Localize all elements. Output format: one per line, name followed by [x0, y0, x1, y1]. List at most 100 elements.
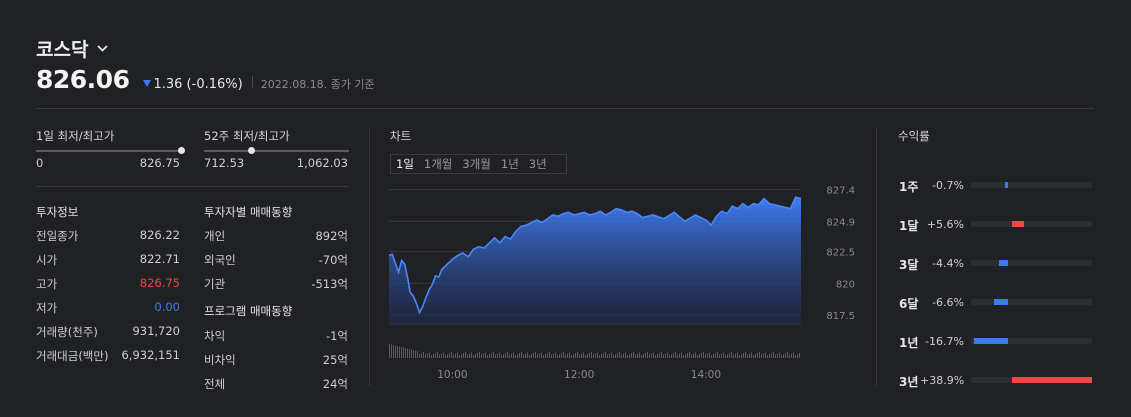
volume-bar	[539, 353, 540, 358]
volume-bars	[389, 344, 800, 358]
volume-bar	[625, 352, 626, 358]
week52-low: 712.53	[204, 156, 245, 170]
return-bar	[994, 299, 1008, 305]
daily-range-marker	[177, 147, 185, 154]
volume-bar	[729, 353, 730, 358]
volume-bar	[765, 352, 766, 358]
volume-bar	[463, 353, 464, 358]
invest-row-value-low: 0.00	[154, 300, 180, 314]
volume-bar	[693, 353, 694, 358]
volume-bar	[733, 354, 734, 358]
return-value: -0.7%	[932, 179, 964, 192]
volume-bar	[475, 354, 476, 358]
volume-bar	[549, 352, 550, 358]
volume-bar	[723, 352, 724, 358]
volume-bar	[583, 352, 584, 358]
volume-bar	[617, 353, 618, 358]
volume-bar	[763, 353, 764, 358]
invest-row-value: 822.71	[139, 252, 180, 266]
volume-bar	[791, 353, 792, 358]
volume-bar	[591, 352, 592, 358]
return-bar	[973, 338, 1008, 344]
volume-bar	[641, 355, 642, 358]
volume-bar	[705, 354, 706, 358]
return-track	[971, 260, 1092, 266]
volume-bar	[647, 352, 648, 358]
tab-1d[interactable]: 1일	[396, 156, 414, 172]
volume-bar	[509, 354, 510, 358]
volume-bar	[505, 353, 506, 358]
tab-3y[interactable]: 3년	[529, 156, 547, 172]
y-tick-label: 824.9	[826, 217, 855, 228]
volume-bar	[753, 355, 754, 358]
volume-bar	[621, 354, 622, 358]
volume-bar	[473, 355, 474, 358]
volume-bar	[561, 353, 562, 358]
tab-1m[interactable]: 1개월	[424, 156, 452, 172]
volume-bar	[581, 353, 582, 358]
volume-bar	[749, 353, 750, 358]
volume-bar	[469, 353, 470, 358]
week52-range-marker	[248, 147, 256, 154]
x-tick-label: 12:00	[564, 369, 594, 381]
volume-bar	[587, 354, 588, 358]
volume-bar	[563, 352, 564, 358]
volume-bar	[487, 355, 488, 358]
volume-bar	[517, 354, 518, 358]
volume-bar	[663, 354, 664, 358]
volume-bar	[457, 352, 458, 358]
invest-row-label: 시가	[36, 253, 58, 267]
return-track	[971, 182, 1092, 188]
volume-bar	[687, 353, 688, 358]
range-divider	[36, 186, 349, 187]
volume-bar	[429, 352, 430, 358]
investor-row-label: 개인	[204, 229, 226, 243]
investor-trend-title: 투자자별 매매동향	[204, 205, 293, 219]
volume-bar	[719, 354, 720, 358]
program-row-value: -1억	[325, 329, 348, 343]
volume-bar	[771, 353, 772, 358]
week52-range-label: 52주 최저/최고가	[204, 129, 290, 143]
volume-bar	[795, 355, 796, 358]
volume-bar	[467, 354, 468, 358]
program-row-value: 24억	[322, 377, 348, 391]
volume-bar	[511, 353, 512, 358]
volume-bar	[669, 355, 670, 358]
volume-bar	[661, 352, 662, 358]
program-trend-title: 프로그램 매매동향	[204, 304, 293, 318]
volume-bar	[703, 352, 704, 358]
volume-bar	[569, 352, 570, 358]
y-tick-label: 827.4	[826, 186, 855, 197]
volume-bar	[599, 355, 600, 358]
volume-bar	[499, 352, 500, 358]
volume-bar	[685, 354, 686, 358]
volume-bar	[395, 345, 396, 358]
tab-1y[interactable]: 1년	[501, 156, 519, 172]
volume-bar	[651, 353, 652, 358]
volume-bar	[449, 353, 450, 358]
invest-row-value-high: 826.75	[139, 276, 180, 290]
volume-bar	[639, 352, 640, 358]
index-selector[interactable]: 코스닥	[36, 35, 109, 62]
volume-bar	[391, 344, 392, 358]
tab-3m[interactable]: 3개월	[462, 156, 490, 172]
volume-bar	[575, 353, 576, 358]
daily-range-bar	[36, 147, 185, 154]
price-chart[interactable]: 827.4 824.9 822.5 820 817.5 10:00 12:00 14:00	[389, 178, 859, 388]
volume-bar	[451, 352, 452, 358]
x-tick-label: 14:00	[691, 369, 721, 381]
volume-bar	[579, 354, 580, 358]
volume-bar	[389, 344, 390, 358]
volume-bar	[611, 352, 612, 358]
volume-bar	[655, 355, 656, 358]
volume-bar	[761, 354, 762, 358]
volume-bar	[479, 352, 480, 358]
week52-range-bar	[204, 147, 349, 154]
volume-bar	[495, 354, 496, 358]
volume-bar	[399, 346, 400, 358]
volume-bar	[405, 348, 406, 358]
volume-bar	[557, 355, 558, 358]
volume-bar	[525, 353, 526, 358]
week52-high: 1,062.03	[296, 156, 348, 170]
volume-bar	[403, 347, 404, 358]
